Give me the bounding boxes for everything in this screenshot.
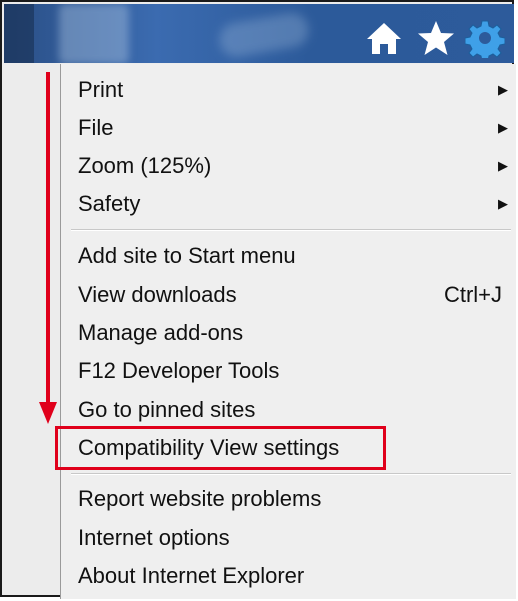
menu-item-about-internet-explorer[interactable]: About Internet Explorer (78, 558, 508, 594)
home-icon[interactable] (364, 18, 404, 58)
screenshot-frame: Print ▶ File ▶ Zoom (125%) ▶ Safety ▶ Ad… (0, 0, 516, 599)
menu-item-add-site-to-start-menu[interactable]: Add site to Start menu (78, 238, 508, 274)
gear-icon[interactable] (465, 18, 505, 58)
annotation-highlight-box (55, 426, 386, 470)
submenu-arrow-icon: ▶ (498, 158, 508, 173)
menu-item-report-website-problems[interactable]: Report website problems (78, 481, 508, 517)
tools-dropdown-menu: Print ▶ File ▶ Zoom (125%) ▶ Safety ▶ Ad… (60, 64, 516, 599)
submenu-arrow-icon: ▶ (498, 82, 508, 97)
menu-item-f12-developer-tools[interactable]: F12 Developer Tools (78, 353, 508, 389)
menu-separator (71, 229, 511, 231)
annotation-down-arrow (39, 72, 57, 424)
shortcut-label: Ctrl+J (443, 282, 502, 307)
submenu-arrow-icon: ▶ (498, 120, 508, 135)
toolbar-background-blur (59, 4, 129, 63)
toolbar-background-shade (4, 4, 34, 63)
star-icon[interactable] (416, 18, 456, 58)
menu-item-view-downloads[interactable]: View downloads Ctrl+J (78, 277, 508, 313)
menu-item-file[interactable]: File ▶ (78, 110, 508, 146)
submenu-arrow-icon: ▶ (498, 196, 508, 211)
menu-item-internet-options[interactable]: Internet options (78, 520, 508, 556)
menu-item-safety[interactable]: Safety ▶ (78, 186, 508, 222)
menu-item-print[interactable]: Print ▶ (78, 72, 508, 108)
menu-item-manage-add-ons[interactable]: Manage add-ons (78, 315, 508, 351)
toolbar-background-blur (216, 10, 312, 60)
menu-separator (71, 473, 511, 475)
browser-toolbar (4, 4, 514, 63)
menu-item-go-to-pinned-sites[interactable]: Go to pinned sites (78, 392, 508, 428)
menu-item-zoom[interactable]: Zoom (125%) ▶ (78, 148, 508, 184)
